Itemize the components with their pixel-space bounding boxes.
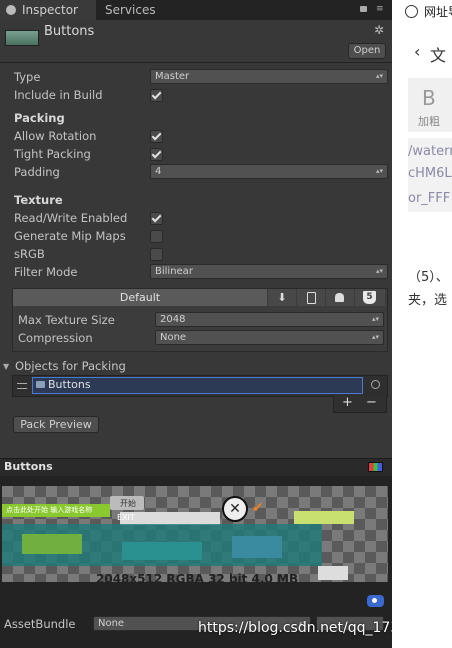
mobile-icon[interactable] [297, 289, 325, 306]
max-texture-size-value: 2048 [160, 314, 186, 325]
compression-dropdown[interactable]: None ▴▾ [155, 330, 384, 345]
padding-label: Padding [14, 165, 60, 179]
filter-mode-value: Bilinear [155, 266, 193, 277]
filter-mode-dropdown[interactable]: Bilinear ▴▾ [150, 264, 388, 279]
asset-bundle-value: None [98, 618, 125, 629]
packing-header: Packing [14, 111, 65, 125]
object-picker-icon[interactable] [371, 380, 380, 389]
android-icon[interactable] [326, 289, 354, 306]
preview-title: Buttons [4, 460, 53, 473]
mipmaps-label: Generate Mip Maps [14, 229, 126, 243]
globe-icon [405, 5, 418, 18]
platform-default-label: Default [119, 291, 161, 304]
open-button[interactable]: Open [348, 43, 386, 59]
close-circle-icon: ✕ [222, 496, 248, 522]
texture-header: Texture [14, 193, 63, 207]
back-text: 文 [430, 46, 447, 65]
max-texture-size-dropdown[interactable]: 2048 ▴▾ [155, 312, 384, 327]
tab-inspector-label[interactable]: Inspector [22, 0, 78, 20]
tight-packing-label: Tight Packing [14, 147, 91, 161]
code-line-1: /watern [408, 144, 452, 159]
settings-gear-icon[interactable]: ✲ [374, 23, 384, 37]
code-line-3: or_FFF [408, 191, 451, 206]
sprite-text-2: 开始 [120, 499, 136, 508]
compression-label: Compression [18, 331, 93, 345]
pack-preview-button[interactable]: Pack Preview [13, 416, 99, 433]
drag-handle-icon[interactable] [17, 383, 27, 389]
browser-title: 网址导 [424, 5, 452, 19]
compression-value: None [160, 332, 187, 343]
download-icon[interactable]: ⬇ [268, 289, 296, 306]
asset-bundle-label: AssetBundle [4, 617, 76, 631]
objects-for-packing-label: Objects for Packing [15, 359, 126, 373]
chevron-updown-icon: ▴▾ [371, 315, 379, 323]
include-in-build-label: Include in Build [14, 88, 103, 102]
chevron-updown-icon: ▴▾ [375, 267, 383, 275]
atlas-info-text: 2048x512 RGBA 32 bit 4.0 MB [96, 572, 299, 586]
lock-icon[interactable] [360, 6, 367, 12]
mipmaps-checkbox[interactable] [150, 230, 163, 243]
tight-packing-checkbox[interactable] [150, 148, 163, 161]
paragraph-line-1: （5）、 [408, 270, 449, 285]
asset-thumbnail-icon [5, 30, 39, 46]
sprite-text-1: 点击此处开始 输入游戏名称 [6, 506, 93, 514]
preview-header-bar [0, 458, 392, 477]
atlas-preview: ✕ ✔ 点击此处开始 输入游戏名称 开始 EXIT [2, 486, 388, 582]
asset-title: Buttons [44, 24, 95, 39]
srgb-label: sRGB [14, 247, 45, 261]
tag-icon[interactable] [367, 595, 384, 607]
read-write-checkbox[interactable] [150, 212, 163, 225]
padding-value: 4 [155, 166, 162, 177]
allow-rotation-checkbox[interactable] [150, 130, 163, 143]
type-dropdown[interactable]: Master ▴▾ [150, 69, 388, 84]
chevron-updown-icon: ▴▾ [375, 72, 383, 80]
type-value: Master [155, 71, 190, 82]
sprite-text-3: EXIT [117, 513, 135, 522]
chevron-updown-icon: ▴▾ [375, 167, 383, 175]
rgb-channels-icon[interactable] [368, 462, 383, 472]
padding-dropdown[interactable]: 4 ▴▾ [150, 164, 388, 179]
html5-icon[interactable]: 5 [355, 289, 385, 306]
type-label: Type [14, 70, 41, 84]
foldout-arrow-icon[interactable]: ▼ [3, 362, 9, 371]
code-line-2: cHM6L [408, 166, 452, 181]
add-item-button[interactable]: + [342, 395, 353, 410]
header-divider [0, 62, 392, 63]
remove-item-button[interactable]: − [366, 395, 377, 410]
bold-icon[interactable]: B [422, 86, 436, 110]
folder-icon [36, 381, 45, 388]
include-in-build-checkbox[interactable] [150, 89, 163, 102]
filter-mode-label: Filter Mode [14, 265, 78, 279]
allow-rotation-label: Allow Rotation [14, 129, 97, 143]
bold-caption: 加粗 [418, 115, 440, 128]
max-texture-size-label: Max Texture Size [18, 313, 115, 327]
object-item-label: Buttons [48, 378, 91, 391]
back-chevron-icon[interactable]: ‹ [414, 42, 420, 61]
read-write-label: Read/Write Enabled [14, 211, 128, 225]
checkmark-icon: ✔ [252, 500, 264, 516]
info-icon [6, 5, 16, 15]
srgb-checkbox[interactable] [150, 248, 163, 261]
menu-icon[interactable]: ≡ [376, 4, 384, 14]
chevron-updown-icon: ▴▾ [371, 333, 379, 341]
tab-services[interactable]: Services [105, 0, 156, 20]
paragraph-line-2: 夹，选 [408, 293, 448, 308]
